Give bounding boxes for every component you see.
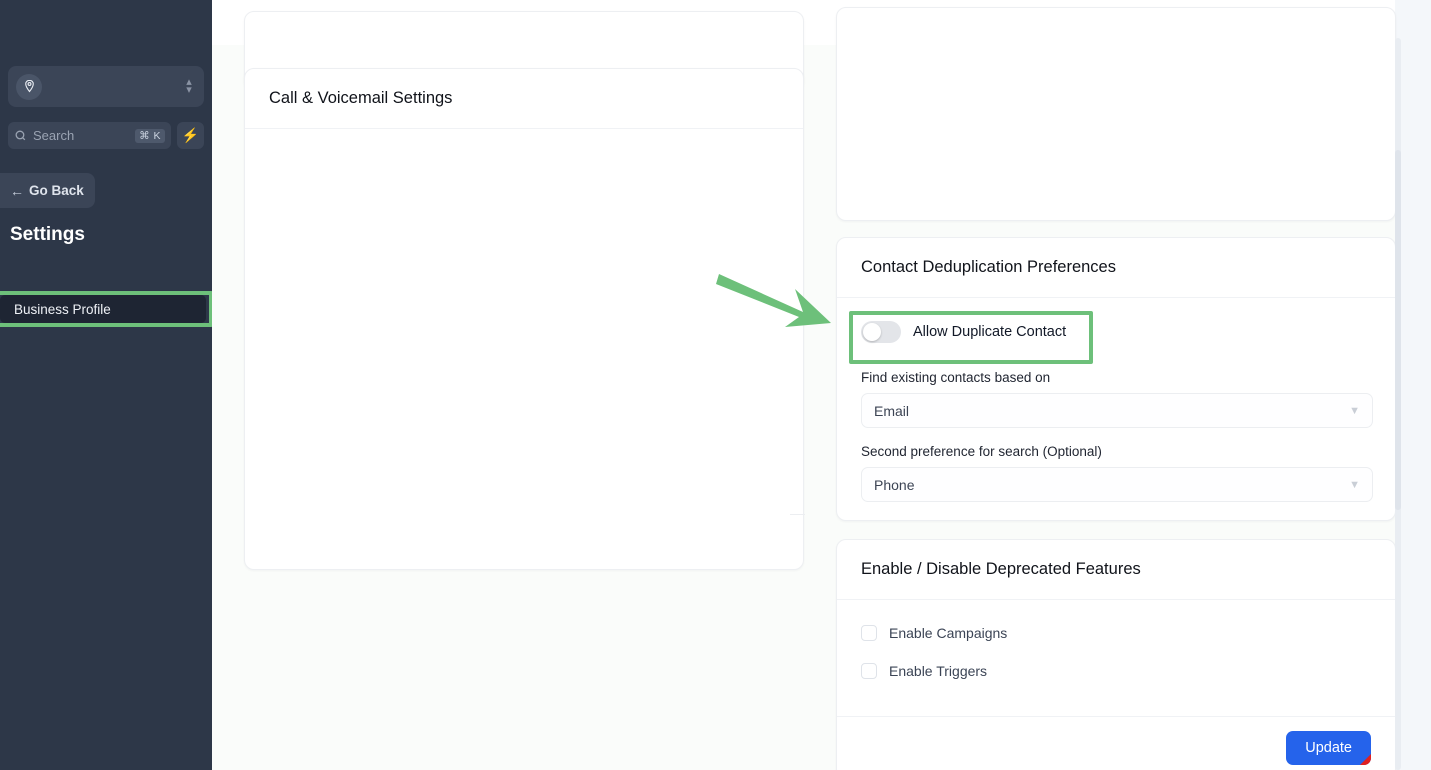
update-button[interactable]: Update: [1286, 730, 1371, 765]
enable-campaigns-checkbox[interactable]: [861, 625, 877, 641]
sidebar-item-label: Business Profile: [14, 301, 111, 317]
chevron-down-icon: ▼: [1349, 404, 1360, 417]
chevron-down-icon: ▼: [1349, 478, 1360, 491]
enable-triggers-checkbox[interactable]: [861, 663, 877, 679]
allow-duplicate-contact-toggle[interactable]: Allow Duplicate Contact: [861, 321, 1066, 343]
call-voicemail-settings-card: Call & Voicemail Settings: [244, 68, 805, 570]
lightning-bolt-icon[interactable]: ⚡: [177, 122, 204, 149]
page-title: Settings: [10, 224, 85, 245]
second-preference-label: Second preference for search (Optional): [861, 444, 1102, 459]
app-root: ▴ ▾ Search ⌘ K ⚡ ← Go Back Settings Busin…: [0, 0, 1431, 770]
contact-deduplication-title: Contact Deduplication Preferences: [837, 238, 1395, 298]
call-voicemail-settings-title: Call & Voicemail Settings: [245, 69, 803, 129]
search-input[interactable]: Search ⌘ K: [8, 122, 171, 149]
sidebar-item-business-profile[interactable]: Business Profile: [0, 295, 206, 323]
card-inner-divider: [790, 514, 805, 515]
chevron-updown-icon: ▴ ▾: [186, 75, 192, 96]
update-button-label: Update: [1305, 739, 1352, 756]
sidebar-search-row: Search ⌘ K ⚡: [8, 122, 204, 149]
search-icon: [14, 129, 27, 142]
go-back-label: Go Back: [29, 183, 84, 198]
deprecated-features-body: Enable Campaigns Enable Triggers: [837, 600, 1395, 723]
find-existing-contacts-select[interactable]: Email ▼: [861, 393, 1373, 428]
deprecated-features-title: Enable / Disable Deprecated Features: [837, 540, 1395, 600]
cursor-marker: [1360, 753, 1371, 765]
toggle-switch[interactable]: [861, 321, 901, 343]
second-preference-value: Phone: [874, 476, 915, 493]
enable-campaigns-row[interactable]: Enable Campaigns: [861, 625, 1371, 641]
right-card-blank: [836, 7, 1396, 221]
search-shortcut-badge: ⌘ K: [135, 128, 165, 143]
toggle-knob: [863, 323, 881, 341]
sidebar: ▴ ▾ Search ⌘ K ⚡ ← Go Back Settings Busin…: [0, 0, 213, 770]
find-existing-contacts-label: Find existing contacts based on: [861, 370, 1051, 385]
enable-triggers-label: Enable Triggers: [889, 663, 988, 679]
find-existing-contacts-value: Email: [874, 402, 910, 419]
contact-deduplication-card: Contact Deduplication Preferences Allow …: [836, 237, 1396, 521]
second-preference-select[interactable]: Phone ▼: [861, 467, 1373, 502]
scrollbar-thumb[interactable]: [1395, 150, 1401, 510]
arrow-left-icon: ←: [10, 182, 24, 199]
allow-duplicate-contact-label: Allow Duplicate Contact: [913, 324, 1067, 340]
card-footer: Update: [837, 716, 1395, 770]
deprecated-features-card: Enable / Disable Deprecated Features Ena…: [836, 539, 1396, 770]
account-selector[interactable]: ▴ ▾: [8, 66, 204, 107]
location-pin-icon: [16, 73, 42, 100]
search-placeholder: Search: [33, 128, 75, 143]
content-area: Call & Voicemail Settings Contact Dedupl…: [212, 7, 1396, 770]
enable-triggers-row[interactable]: Enable Triggers: [861, 663, 1371, 679]
enable-campaigns-label: Enable Campaigns: [889, 625, 1008, 641]
go-back-button[interactable]: ← Go Back: [0, 173, 95, 208]
